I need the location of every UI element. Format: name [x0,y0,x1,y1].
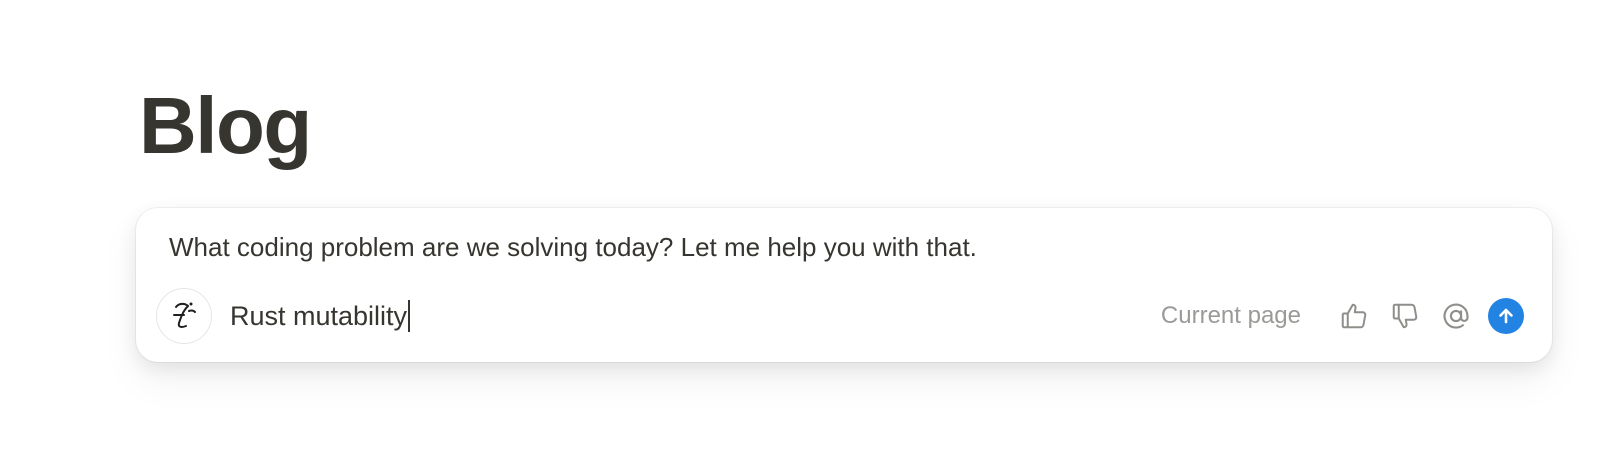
send-arrow-icon [1499,308,1513,324]
text-caret [408,299,411,332]
page-title: Blog [139,81,312,170]
ai-query-value: Rust mutability [230,301,408,331]
context-selector[interactable]: Current page [1161,302,1301,330]
thumbs-up-button[interactable] [1334,296,1374,336]
ai-face-icon [173,302,196,328]
ai-prompt-message: What coding problem are we solving today… [169,232,977,262]
thumbs-down-button[interactable] [1385,296,1425,336]
ai-chat-panel: What coding problem are we solving today… [136,208,1552,362]
ai-query-input[interactable]: Rust mutability [230,296,411,336]
ai-input-row: Rust mutability Current page [156,286,1524,346]
thumbs-up-icon [1341,303,1367,329]
mention-button[interactable] [1436,296,1476,336]
thumbs-down-icon [1392,303,1418,329]
at-mention-icon [1443,303,1469,329]
send-button[interactable] [1488,298,1524,334]
ai-avatar [156,288,212,344]
